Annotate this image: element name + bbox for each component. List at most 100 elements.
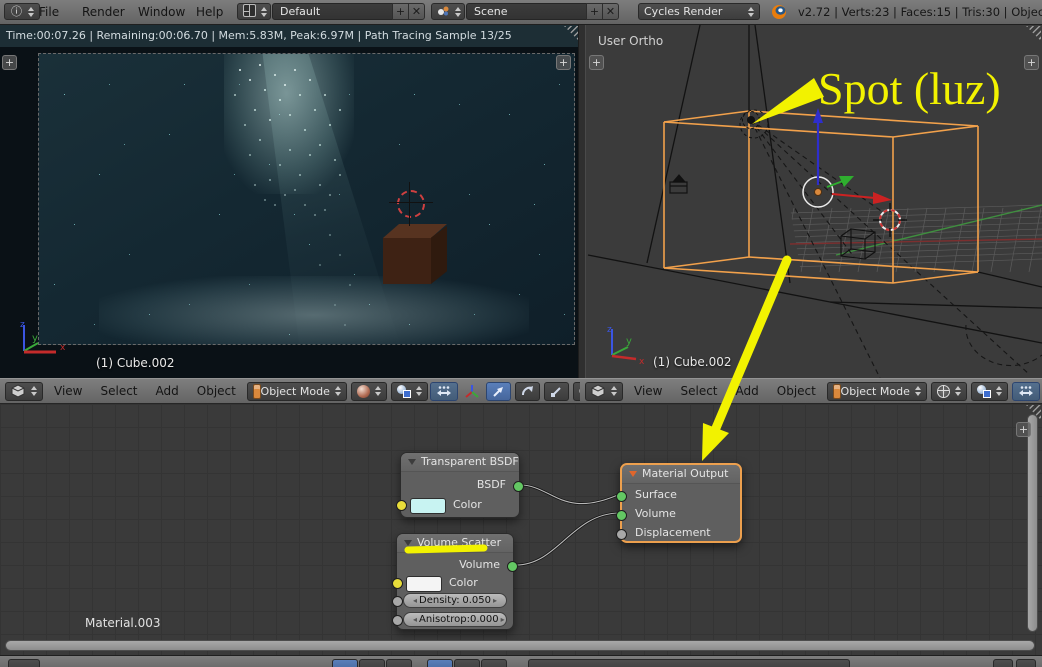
node-header[interactable]: Material Output (622, 465, 740, 484)
render-canvas[interactable]: + + z y x (1) Cube.002 (0, 47, 580, 378)
active-object-label: (1) Cube.002 (653, 355, 732, 369)
menu-render[interactable]: Render (76, 0, 131, 24)
header-button[interactable] (1016, 659, 1036, 667)
render-engine-select[interactable]: Cycles Render (638, 3, 760, 20)
node-editor[interactable]: Transparent BSDF BSDF Color Volume Scatt… (0, 404, 1042, 667)
object-mode-icon (253, 384, 261, 399)
layout-close-button[interactable]: ✕ (408, 3, 425, 20)
region-expand-button[interactable]: + (589, 55, 604, 70)
scene-close-button[interactable]: ✕ (602, 3, 619, 20)
collapse-icon[interactable] (408, 459, 416, 465)
header-toggle-button[interactable] (427, 659, 453, 667)
menu-add[interactable]: Add (147, 384, 188, 398)
menu-object[interactable]: Object (188, 384, 245, 398)
header-toggle-button[interactable] (332, 659, 358, 667)
manipulator-toggle[interactable] (462, 382, 482, 401)
socket-input-displacement[interactable] (616, 529, 627, 540)
node-header[interactable]: Transparent BSDF (401, 453, 519, 472)
pivot-point-select[interactable] (931, 382, 967, 401)
screen-layout-browse-button[interactable] (237, 3, 271, 20)
header-toggle-button[interactable] (481, 659, 507, 667)
socket-input-color[interactable] (396, 500, 407, 511)
blender-window: ⓘ File Render Window Help Default + ✕ Sc… (0, 0, 1042, 667)
editor-type-button[interactable] (8, 659, 40, 667)
color-label: Color (449, 575, 478, 591)
menu-window[interactable]: Window (132, 0, 191, 24)
menu-view[interactable]: View (45, 384, 91, 398)
mode-select[interactable]: Object Mode (247, 382, 347, 401)
header-toggle-button[interactable] (359, 659, 385, 667)
scene-field[interactable]: Scene (466, 3, 587, 20)
snap-element-select[interactable] (971, 382, 1008, 401)
menu-object[interactable]: Object (768, 384, 825, 398)
menu-add[interactable]: Add (727, 384, 768, 398)
wireframe-viewport[interactable]: User Ortho + + z y x (1) Cube.002 (586, 25, 1042, 378)
editor-type-button[interactable] (5, 382, 43, 401)
socket-output-bsdf[interactable] (513, 481, 524, 492)
manipulator-rotate-button[interactable] (515, 382, 540, 401)
header-toggle-button[interactable] (386, 659, 412, 667)
socket-input-density[interactable] (392, 596, 403, 607)
collapse-icon[interactable] (404, 540, 412, 546)
editor-type-button[interactable] (585, 382, 623, 401)
snap-element-icon (977, 385, 991, 398)
layout-add-button[interactable]: + (392, 3, 409, 20)
header-toggle-button[interactable] (454, 659, 480, 667)
region-expand-button[interactable]: + (1016, 422, 1031, 437)
camera-icon[interactable] (670, 175, 687, 193)
manipulator-translate-button[interactable] (486, 382, 511, 401)
svg-text:y: y (626, 336, 632, 347)
viewport-shading-select[interactable] (351, 382, 387, 401)
density-slider[interactable]: Density: 0.050 (403, 593, 507, 608)
menu-file[interactable]: File (33, 0, 65, 24)
snap-element-select[interactable] (391, 382, 428, 401)
header-id-field[interactable] (528, 659, 850, 667)
node-volume-scatter[interactable]: Volume Scatter Volume Color Density: 0.0… (396, 533, 514, 630)
selected-cube-wireframe[interactable] (664, 111, 978, 283)
socket-input-color[interactable] (392, 578, 403, 589)
editor-type-spin (31, 386, 37, 396)
header-button[interactable] (993, 659, 1013, 667)
spot-floor-pool (99, 276, 529, 345)
transform-orientation-select[interactable]: Global (573, 382, 580, 401)
color-swatch[interactable] (410, 498, 446, 514)
cube-front-face (383, 238, 431, 284)
manipulator-scale-button[interactable] (544, 382, 569, 401)
mode-select[interactable]: Object Mode (827, 382, 927, 401)
area-divider[interactable] (578, 25, 586, 378)
region-expand-button[interactable]: + (556, 55, 571, 70)
svg-text:x: x (60, 343, 66, 353)
vertical-scrollbar[interactable] (1027, 414, 1038, 632)
screen-layout-icon (243, 4, 256, 19)
region-expand-button[interactable]: + (2, 55, 17, 70)
menu-view[interactable]: View (625, 384, 671, 398)
horizontal-scrollbar[interactable] (5, 640, 1035, 651)
view3d-editor-icon (11, 384, 26, 399)
scene-browse-button[interactable] (431, 3, 465, 20)
region-expand-button[interactable]: + (1024, 55, 1039, 70)
input-displacement-label: Displacement (622, 525, 740, 541)
socket-output-volume[interactable] (507, 561, 518, 572)
node-transparent-bsdf[interactable]: Transparent BSDF BSDF Color (400, 452, 520, 518)
svg-text:z: z (607, 325, 612, 335)
menu-help[interactable]: Help (190, 0, 229, 24)
socket-input-surface[interactable] (616, 491, 627, 502)
scene-add-button[interactable]: + (586, 3, 603, 20)
render-preview-viewport[interactable]: Time:00:07.26 | Remaining:00:06.70 | Mem… (0, 25, 580, 378)
transform-manipulator[interactable] (803, 108, 892, 207)
socket-input-anisotropy[interactable] (392, 615, 403, 626)
socket-input-volume[interactable] (616, 510, 627, 521)
mode-spin (335, 386, 341, 396)
mode-spin (915, 386, 921, 396)
snap-target-button[interactable] (430, 382, 458, 401)
menu-select[interactable]: Select (91, 384, 146, 398)
pivot-spin (955, 386, 961, 396)
menu-select[interactable]: Select (671, 384, 726, 398)
anisotropy-slider[interactable]: Anisotrop: 0.000 (403, 612, 507, 627)
color-swatch[interactable] (406, 576, 442, 592)
screen-layout-field[interactable]: Default (272, 3, 393, 20)
node-header[interactable]: Volume Scatter (397, 534, 513, 553)
snap-target-button[interactable] (1012, 382, 1040, 401)
collapse-icon[interactable] (629, 471, 637, 477)
node-material-output[interactable]: Material Output Surface Volume Displacem… (620, 463, 742, 543)
